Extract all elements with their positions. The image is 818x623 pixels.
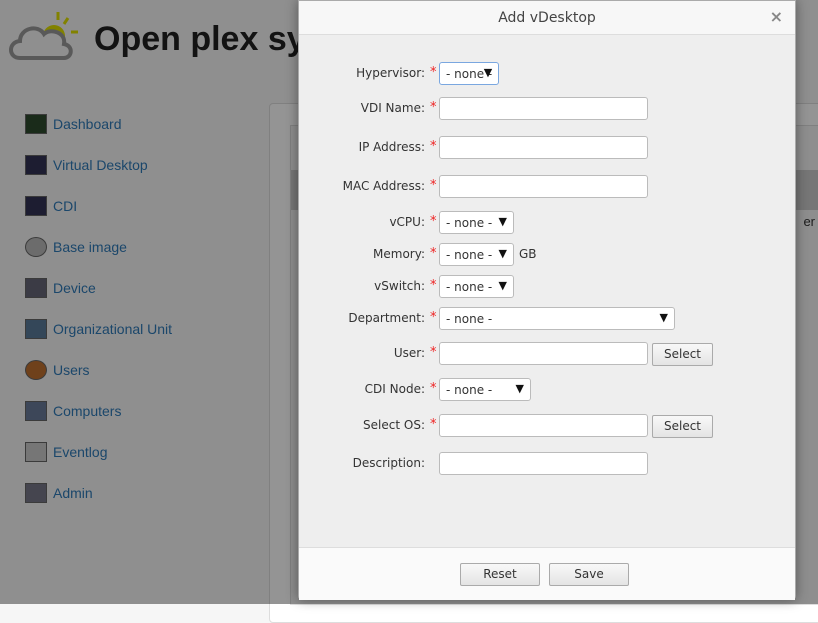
vswitch-label: vSwitch: [374, 279, 425, 293]
selected-value: - none - [446, 280, 493, 294]
vcpu-select[interactable]: - none - ▼ [439, 211, 514, 234]
vcpu-label: vCPU: [389, 215, 425, 229]
selected-value: - none - [446, 216, 493, 230]
description-input[interactable] [439, 452, 648, 475]
dropdown-arrow-icon: ▼ [498, 215, 507, 228]
save-button[interactable]: Save [549, 563, 629, 586]
required-mark: * [430, 214, 437, 229]
memory-unit: GB [519, 247, 537, 261]
vswitch-select[interactable]: - none - ▼ [439, 275, 514, 298]
hypervisor-select[interactable]: - none - ▼ [439, 62, 500, 85]
ip-input[interactable] [439, 136, 648, 159]
selected-value: - none - [446, 383, 493, 397]
dropdown-arrow-icon: ▼ [498, 247, 507, 260]
os-row: Select OS: * Select [299, 414, 795, 438]
vdi-name-row: VDI Name: * [299, 97, 795, 121]
required-mark: * [430, 139, 437, 154]
add-vdesktop-dialog: Add vDesktop × Hypervisor: * - none - ▼ VDI … [298, 0, 796, 600]
memory-select[interactable]: - none - ▼ [439, 243, 514, 266]
memory-label: Memory: [373, 247, 425, 261]
ip-label: IP Address: [358, 140, 425, 154]
department-select[interactable]: - none - ▼ [439, 307, 675, 330]
selected-value: - none - [446, 248, 493, 262]
vswitch-row: vSwitch: * - none - ▼ [299, 275, 795, 299]
user-row: User: * Select [299, 342, 795, 366]
required-mark: * [430, 178, 437, 193]
dropdown-arrow-icon: ▼ [515, 382, 524, 395]
dropdown-arrow-icon: ▼ [659, 311, 668, 324]
required-mark: * [430, 345, 437, 360]
dropdown-arrow-icon: ▼ [498, 279, 507, 292]
description-row: Description: [299, 452, 795, 476]
user-label: User: [393, 346, 425, 360]
required-mark: * [430, 381, 437, 396]
reset-button[interactable]: Reset [460, 563, 540, 586]
user-input[interactable] [439, 342, 648, 365]
required-mark: * [430, 278, 437, 293]
vdi_name-input[interactable] [439, 97, 648, 120]
mac-input[interactable] [439, 175, 648, 198]
department-label: Department: [348, 311, 425, 325]
cdi-node-row: CDI Node: * - none - ▼ [299, 378, 795, 402]
os-input[interactable] [439, 414, 648, 437]
vcpu-row: vCPU: * - none - ▼ [299, 211, 795, 235]
description-label: Description: [352, 456, 425, 470]
hypervisor-label: Hypervisor: [356, 66, 425, 80]
dropdown-arrow-icon: ▼ [483, 66, 493, 79]
ip-row: IP Address: * [299, 136, 795, 160]
vdi_name-label: VDI Name: [360, 101, 425, 115]
hypervisor-row: Hypervisor: * - none - ▼ [299, 62, 795, 86]
os-select-button[interactable]: Select [652, 415, 713, 438]
department-row: Department: * - none - ▼ [299, 307, 795, 331]
os-label: Select OS: [363, 418, 425, 432]
dialog-footer: Reset Save [299, 547, 795, 600]
close-icon[interactable]: × [770, 7, 783, 26]
mac-row: MAC Address: * [299, 175, 795, 199]
cdi_node-label: CDI Node: [364, 382, 425, 396]
required-mark: * [430, 417, 437, 432]
cdi_node-select[interactable]: - none - ▼ [439, 378, 531, 401]
required-mark: * [430, 310, 437, 325]
required-mark: * [430, 65, 437, 80]
selected-value: - none - [446, 312, 493, 326]
memory-row: Memory: * - none - ▼ GB [299, 243, 795, 267]
mac-label: MAC Address: [342, 179, 425, 193]
user-select-button[interactable]: Select [652, 343, 713, 366]
required-mark: * [430, 246, 437, 261]
dialog-title: Add vDesktop [299, 1, 795, 35]
required-mark: * [430, 100, 437, 115]
